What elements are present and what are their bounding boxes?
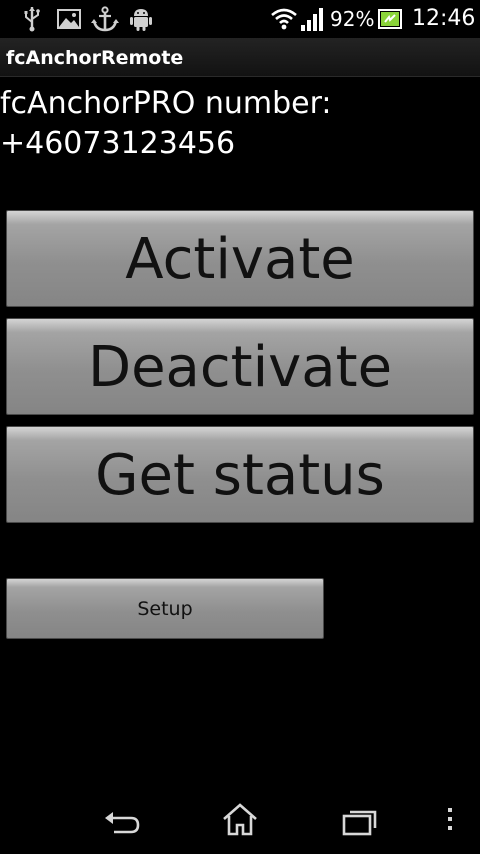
image-icon bbox=[57, 9, 81, 29]
menu-icon[interactable] bbox=[440, 802, 460, 838]
app-screen: 92% 12:46 fcAnchorRemote fcAnchorPRO num… bbox=[0, 0, 480, 854]
home-icon[interactable] bbox=[220, 802, 260, 838]
activate-button[interactable]: Activate bbox=[6, 210, 474, 307]
deactivate-button[interactable]: Deactivate bbox=[6, 318, 474, 415]
number-value: +46073123456 bbox=[0, 126, 236, 161]
signal-icon bbox=[301, 8, 323, 31]
status-bar: 92% 12:46 bbox=[0, 0, 480, 38]
anchor-icon bbox=[91, 6, 119, 32]
number-label: fcAnchorPRO number: bbox=[0, 86, 332, 121]
get-status-button[interactable]: Get status bbox=[6, 426, 474, 523]
app-title: fcAnchorRemote bbox=[6, 47, 184, 69]
app-title-bar: fcAnchorRemote bbox=[0, 38, 480, 77]
clock: 12:46 bbox=[412, 6, 476, 31]
back-icon[interactable] bbox=[102, 802, 142, 838]
android-icon bbox=[130, 9, 152, 31]
recent-apps-icon[interactable] bbox=[340, 802, 380, 838]
usb-icon bbox=[24, 7, 40, 32]
battery-percent: 92% bbox=[330, 7, 375, 31]
number-section: fcAnchorPRO number: +46073123456 bbox=[0, 84, 480, 164]
navigation-bar bbox=[0, 784, 480, 854]
wifi-icon bbox=[271, 8, 297, 30]
setup-button[interactable]: Setup bbox=[6, 578, 324, 639]
battery-icon bbox=[378, 9, 402, 29]
